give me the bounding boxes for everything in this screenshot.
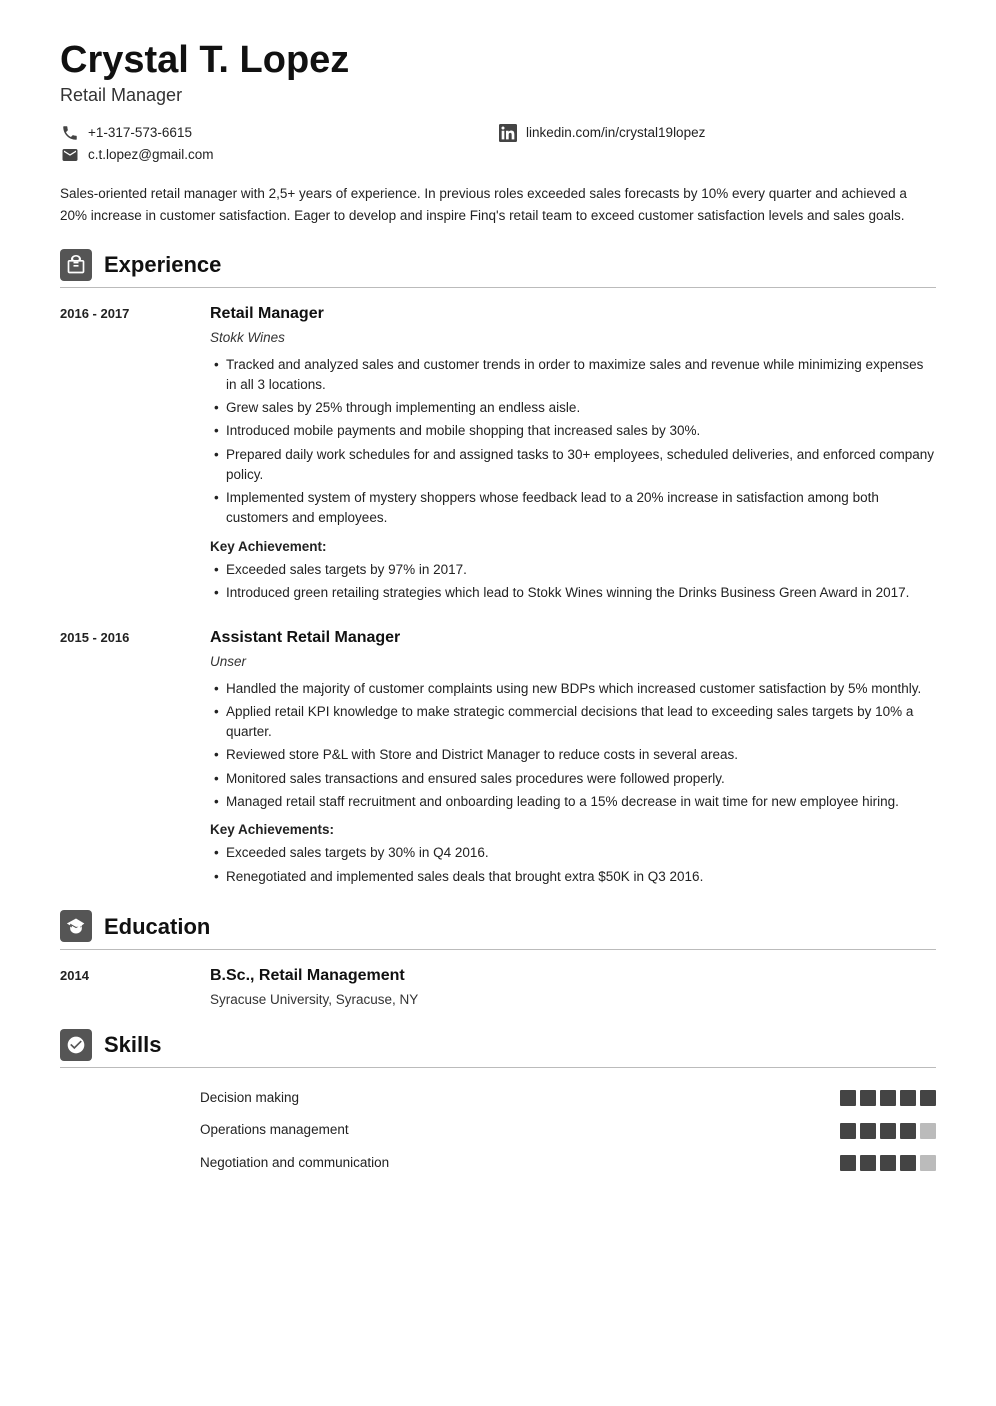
phone-contact: +1-317-573-6615 — [60, 123, 498, 143]
exp-dates: 2016 - 2017 — [60, 302, 200, 606]
skill-dot — [900, 1090, 916, 1106]
exp-job-title: Assistant Retail Manager — [210, 626, 936, 650]
list-item: Exceeded sales targets by 97% in 2017. — [210, 560, 936, 580]
experience-section: Experience 2016 - 2017Retail ManagerStok… — [60, 248, 936, 890]
exp-content: Assistant Retail ManagerUnser Handled the… — [210, 626, 936, 890]
skill-dot — [880, 1155, 896, 1171]
list-item: Managed retail staff recruitment and onb… — [210, 792, 936, 812]
candidate-title: Retail Manager — [60, 82, 936, 109]
education-section: Education 2014B.Sc., Retail ManagementSy… — [60, 910, 936, 1010]
skill-name: Operations management — [60, 1120, 349, 1140]
skill-entry: Negotiation and communication — [60, 1147, 936, 1179]
skills-section-header: Skills — [60, 1028, 936, 1068]
skills-title: Skills — [104, 1028, 161, 1061]
exp-bullets: Tracked and analyzed sales and customer … — [210, 355, 936, 529]
resume-header: Crystal T. Lopez Retail Manager +1-317-5… — [60, 40, 936, 165]
skill-dot — [920, 1090, 936, 1106]
list-item: Reviewed store P&L with Store and Distri… — [210, 745, 936, 765]
skill-dot — [860, 1090, 876, 1106]
skill-dot — [840, 1155, 856, 1171]
skill-dot — [860, 1123, 876, 1139]
email-text: c.t.lopez@gmail.com — [88, 145, 214, 165]
list-item: Monitored sales transactions and ensured… — [210, 769, 936, 789]
list-item: Grew sales by 25% through implementing a… — [210, 398, 936, 418]
education-icon — [60, 910, 92, 942]
skill-dot — [840, 1090, 856, 1106]
education-section-header: Education — [60, 910, 936, 950]
skill-dot — [880, 1123, 896, 1139]
list-item: Tracked and analyzed sales and customer … — [210, 355, 936, 396]
experience-icon — [60, 249, 92, 281]
exp-company: Stokk Wines — [210, 328, 936, 348]
summary-text: Sales-oriented retail manager with 2,5+ … — [60, 183, 936, 226]
skill-entry: Operations management — [60, 1114, 936, 1146]
education-list: 2014B.Sc., Retail ManagementSyracuse Uni… — [60, 964, 936, 1010]
list-item: Introduced green retailing strategies wh… — [210, 583, 936, 603]
list-item: Implemented system of mystery shoppers w… — [210, 488, 936, 529]
skill-name: Decision making — [60, 1088, 299, 1108]
list-item: Exceeded sales targets by 30% in Q4 2016… — [210, 843, 936, 863]
list-item: Prepared daily work schedules for and as… — [210, 445, 936, 486]
skill-dot — [920, 1155, 936, 1171]
skill-dot — [900, 1155, 916, 1171]
skill-dot — [860, 1155, 876, 1171]
skill-entry: Decision making — [60, 1082, 936, 1114]
phone-icon — [60, 123, 80, 143]
list-item: Handled the majority of customer complai… — [210, 679, 936, 699]
phone-text: +1-317-573-6615 — [88, 123, 192, 143]
experience-entry: 2016 - 2017 Retail ManagerStokk Wines Trac… — [60, 302, 936, 606]
key-achievement-label: Key Achievements: — [210, 820, 936, 840]
education-title: Education — [104, 910, 210, 943]
skills-section: Skills Decision making Operations managem… — [60, 1028, 936, 1179]
skill-dots — [840, 1155, 936, 1171]
list-item: Introduced mobile payments and mobile sh… — [210, 421, 936, 441]
list-item: Applied retail KPI knowledge to make str… — [210, 702, 936, 743]
list-item: Renegotiated and implemented sales deals… — [210, 867, 936, 887]
key-achievement-label: Key Achievement: — [210, 537, 936, 557]
linkedin-contact: linkedin.com/in/crystal19lopez — [498, 123, 936, 143]
skills-icon — [60, 1029, 92, 1061]
email-contact: c.t.lopez@gmail.com — [60, 145, 498, 165]
edu-school: Syracuse University, Syracuse, NY — [210, 990, 936, 1010]
skill-dots — [840, 1123, 936, 1139]
linkedin-text: linkedin.com/in/crystal19lopez — [526, 123, 705, 143]
candidate-name: Crystal T. Lopez — [60, 40, 936, 82]
experience-title: Experience — [104, 248, 221, 281]
edu-degree: B.Sc., Retail Management — [210, 964, 936, 988]
exp-company: Unser — [210, 652, 936, 672]
edu-year: 2014 — [60, 964, 200, 1010]
exp-job-title: Retail Manager — [210, 302, 936, 326]
experience-list: 2016 - 2017 Retail ManagerStokk Wines Trac… — [60, 302, 936, 890]
edu-content: B.Sc., Retail ManagementSyracuse Univers… — [210, 964, 936, 1010]
key-achievements-list: Exceeded sales targets by 30% in Q4 2016… — [210, 843, 936, 887]
key-achievements-list: Exceeded sales targets by 97% in 2017. In… — [210, 560, 936, 604]
linkedin-icon — [498, 123, 518, 143]
skill-dots — [840, 1090, 936, 1106]
experience-section-header: Experience — [60, 248, 936, 288]
exp-bullets: Handled the majority of customer complai… — [210, 679, 936, 813]
exp-content: Retail ManagerStokk Wines Tracked and ana… — [210, 302, 936, 606]
experience-entry: 2015 - 2016Assistant Retail ManagerUnser… — [60, 626, 936, 890]
email-icon — [60, 145, 80, 165]
skill-dot — [920, 1123, 936, 1139]
skill-dot — [900, 1123, 916, 1139]
exp-dates: 2015 - 2016 — [60, 626, 200, 890]
education-entry: 2014B.Sc., Retail ManagementSyracuse Uni… — [60, 964, 936, 1010]
contact-grid: +1-317-573-6615 linkedin.com/in/crystal1… — [60, 123, 936, 166]
skill-dot — [840, 1123, 856, 1139]
skill-name: Negotiation and communication — [60, 1153, 389, 1173]
skill-dot — [880, 1090, 896, 1106]
skills-list: Decision making Operations management Nego… — [60, 1082, 936, 1179]
